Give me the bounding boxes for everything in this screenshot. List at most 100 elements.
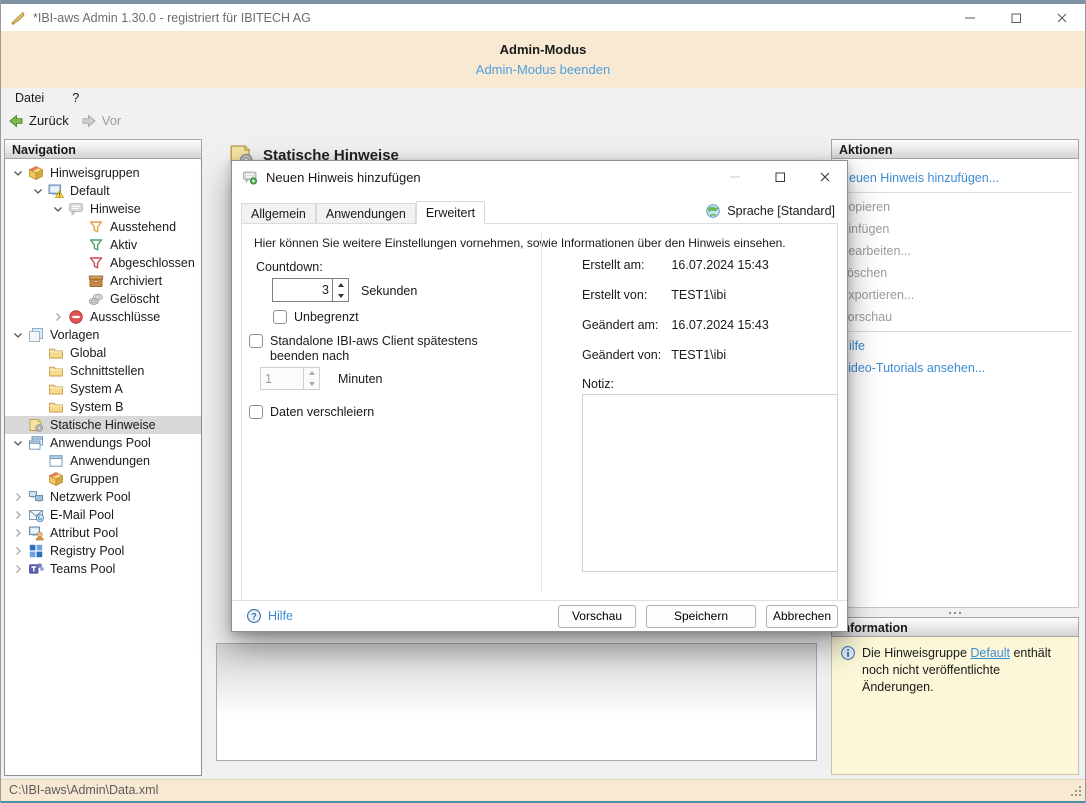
admin-mode-title: Admin-Modus — [1, 31, 1085, 57]
tab-erweitert[interactable]: Erweitert — [416, 201, 485, 224]
chevron-right-icon[interactable] — [10, 525, 26, 541]
tree-item-statische-hinweise[interactable]: Statische Hinweise — [5, 416, 201, 434]
menu-datei[interactable]: Datei — [15, 91, 44, 105]
dialog-maximize-button[interactable] — [757, 161, 802, 193]
separator — [840, 331, 1072, 332]
tree-item-aktiv[interactable]: Aktiv — [5, 236, 201, 254]
modified-by-value: TEST1\ibi — [671, 348, 726, 362]
registry-pool-icon — [28, 543, 44, 559]
countdown-spinner[interactable]: 3 — [272, 278, 349, 302]
dialog-help-link[interactable]: Hilfe — [246, 608, 293, 624]
folder-icon — [48, 399, 64, 415]
tree-indent — [30, 363, 46, 379]
maximize-button[interactable] — [993, 4, 1039, 31]
language-selector[interactable]: Sprache [Standard] — [705, 203, 835, 219]
tree-item-attribut-pool[interactable]: Attribut Pool — [5, 524, 201, 542]
chevron-down-icon[interactable] — [30, 183, 46, 199]
teams-pool-icon — [28, 561, 44, 577]
folder-icon — [48, 363, 64, 379]
tree-item-system-b[interactable]: System B — [5, 398, 201, 416]
spin-up-icon[interactable] — [333, 279, 348, 290]
tree-item-hinweisgruppen[interactable]: Hinweisgruppen — [5, 164, 201, 182]
created-at-row: Erstellt am: 16.07.2024 15:43 — [582, 258, 769, 272]
information-header: Information — [831, 617, 1079, 637]
splitter-dot — [954, 612, 956, 614]
tree-item-global[interactable]: Global — [5, 344, 201, 362]
templates-icon — [28, 327, 44, 343]
chevron-down-icon[interactable] — [10, 327, 26, 343]
chevron-right-icon[interactable] — [10, 561, 26, 577]
chevron-down-icon[interactable] — [10, 165, 26, 181]
column-divider — [541, 232, 542, 592]
chevron-down-icon[interactable] — [50, 201, 66, 217]
tree-indent — [70, 237, 86, 253]
minutes-unit-label: Minuten — [338, 372, 382, 386]
cancel-button[interactable]: Abbrechen — [766, 605, 838, 628]
splitter-dot — [959, 612, 961, 614]
tree-item-gruppen[interactable]: Gruppen — [5, 470, 201, 488]
globe-icon — [705, 203, 721, 219]
menu-help[interactable]: ? — [72, 91, 79, 105]
tab-anwendungen[interactable]: Anwendungen — [316, 203, 416, 223]
close-button[interactable] — [1039, 4, 1085, 31]
countdown-value[interactable]: 3 — [273, 279, 332, 301]
tree-item-geloescht[interactable]: Gelöscht — [5, 290, 201, 308]
panel-splitter[interactable] — [831, 608, 1079, 617]
tree-item-default[interactable]: Default — [5, 182, 201, 200]
tree-item-email-pool[interactable]: E-Mail Pool — [5, 506, 201, 524]
tab-allgemein[interactable]: Allgemein — [241, 203, 316, 223]
chevron-right-icon[interactable] — [50, 309, 66, 325]
tree-item-vorlagen[interactable]: Vorlagen — [5, 326, 201, 344]
chevron-right-icon[interactable] — [10, 543, 26, 559]
preview-button[interactable]: Vorschau — [558, 605, 636, 628]
note-textarea[interactable] — [582, 394, 838, 572]
tree-item-system-a[interactable]: System A — [5, 380, 201, 398]
dialog-tabs: Allgemein Anwendungen Erweitert — [241, 201, 485, 223]
modified-at-value: 16.07.2024 15:43 — [671, 318, 768, 332]
tree-item-registry-pool[interactable]: Registry Pool — [5, 542, 201, 560]
tree-item-ausschluesse[interactable]: Ausschlüsse — [5, 308, 201, 326]
action-help[interactable]: Hilfe — [832, 335, 1078, 357]
default-group-link[interactable]: Default — [970, 646, 1010, 660]
tree-item-teams-pool[interactable]: Teams Pool — [5, 560, 201, 578]
tree-item-abgeschlossen[interactable]: Abgeschlossen — [5, 254, 201, 272]
tree-item-ausstehend[interactable]: Ausstehend — [5, 218, 201, 236]
spin-down-icon[interactable] — [333, 290, 348, 301]
tree-indent — [30, 381, 46, 397]
tree-item-archiviert[interactable]: Archiviert — [5, 272, 201, 290]
deleted-items-icon — [88, 291, 104, 307]
notice-group-icon — [28, 165, 44, 181]
group-box-icon — [48, 471, 64, 487]
dialog-close-button[interactable] — [802, 161, 847, 193]
navigation-panel: Navigation Hinweisgruppen Default Hinwei… — [4, 139, 202, 776]
chevron-down-icon[interactable] — [10, 435, 26, 451]
app-icon — [10, 10, 26, 26]
dialog-title: Neuen Hinweis hinzufügen — [266, 170, 421, 185]
static-notes-list[interactable] — [216, 643, 817, 761]
tree-item-anwendungen[interactable]: Anwendungen — [5, 452, 201, 470]
standalone-minutes-value: 1 — [261, 368, 303, 389]
tree-item-hinweise[interactable]: Hinweise — [5, 200, 201, 218]
action-add-note[interactable]: Neuen Hinweis hinzufügen... — [832, 167, 1078, 189]
tree-item-netzwerk-pool[interactable]: Netzwerk Pool — [5, 488, 201, 506]
information-panel: Information Die Hinweisgruppe Default en… — [831, 617, 1079, 775]
standalone-checkbox[interactable] — [249, 334, 263, 348]
tree-item-schnittstellen[interactable]: Schnittstellen — [5, 362, 201, 380]
unlimited-checkbox[interactable] — [273, 310, 287, 324]
application-pool-icon — [28, 435, 44, 451]
tab-description: Hier können Sie weitere Einstellungen vo… — [254, 236, 786, 250]
back-button[interactable]: Zurück — [8, 113, 69, 129]
resize-grip[interactable] — [1071, 786, 1082, 797]
forward-button[interactable]: Vor — [81, 113, 122, 129]
admin-mode-exit-link[interactable]: Admin-Modus beenden — [1, 62, 1085, 77]
chevron-right-icon[interactable] — [10, 489, 26, 505]
minimize-button[interactable] — [947, 4, 993, 31]
spin-down-icon — [304, 379, 319, 390]
save-button[interactable]: Speichern — [646, 605, 756, 628]
spinner-buttons — [303, 368, 319, 389]
tree-item-anwendungs-pool[interactable]: Anwendungs Pool — [5, 434, 201, 452]
obfuscate-checkbox[interactable] — [249, 405, 263, 419]
archive-box-icon — [88, 273, 104, 289]
action-video-tutorials[interactable]: Video-Tutorials ansehen... — [832, 357, 1078, 379]
chevron-right-icon[interactable] — [10, 507, 26, 523]
